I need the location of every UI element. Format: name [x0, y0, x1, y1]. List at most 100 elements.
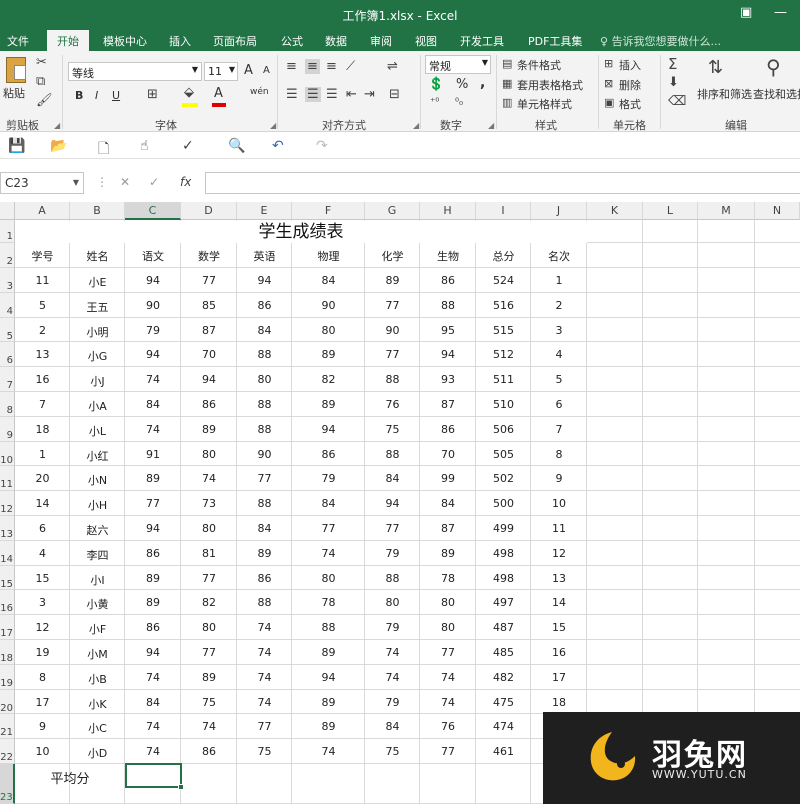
merge-center-icon[interactable]: ⊟	[389, 87, 400, 102]
align-top-icon[interactable]: ≡	[286, 59, 297, 74]
table-header-cell[interactable]: 学号	[15, 248, 70, 264]
column-header-k[interactable]: K	[587, 202, 643, 220]
table-cell[interactable]: 79	[292, 472, 365, 485]
row-header-8[interactable]: 8	[0, 392, 15, 417]
table-cell[interactable]: 498	[476, 572, 531, 585]
table-cell[interactable]: 74	[237, 696, 292, 709]
format-painter-icon[interactable]: 🖌	[36, 93, 53, 108]
tab-page-layout[interactable]: 页面布局	[213, 33, 257, 49]
comma-button[interactable]: ,	[480, 75, 485, 91]
table-cell[interactable]: 84	[237, 522, 292, 535]
table-cell[interactable]: 80	[292, 572, 365, 585]
column-header-a[interactable]: A	[15, 202, 70, 220]
percent-button[interactable]: %	[456, 77, 468, 92]
table-cell[interactable]: 小D	[70, 745, 125, 761]
decrease-decimal-icon[interactable]: ⁰₀	[455, 97, 463, 108]
table-cell[interactable]: 94	[181, 373, 237, 386]
font-name-select[interactable]: 等线 ▼	[68, 62, 202, 81]
table-cell[interactable]: 1	[15, 448, 70, 461]
table-cell[interactable]: 4	[531, 348, 587, 361]
row-header-17[interactable]: 17	[0, 615, 15, 640]
table-cell[interactable]: 88	[292, 621, 365, 634]
table-cell[interactable]: 12	[15, 621, 70, 634]
sheet-title[interactable]: 学生成绩表	[15, 221, 587, 243]
table-cell[interactable]: 89	[292, 696, 365, 709]
align-center-icon[interactable]: ☰	[305, 87, 321, 102]
table-cell[interactable]: 86	[237, 299, 292, 312]
table-cell[interactable]: 84	[292, 497, 365, 510]
table-cell[interactable]: 91	[125, 448, 181, 461]
table-cell[interactable]: 88	[365, 572, 420, 585]
row-header-19[interactable]: 19	[0, 664, 15, 690]
row-header-10[interactable]: 10	[0, 441, 15, 467]
wrap-text-icon[interactable]: ⇌	[387, 59, 398, 74]
table-cell[interactable]: 498	[476, 547, 531, 560]
row-header-14[interactable]: 14	[0, 540, 15, 566]
table-cell[interactable]: 84	[125, 398, 181, 411]
font-color-button[interactable]: A	[214, 86, 223, 101]
table-cell[interactable]: 74	[420, 671, 476, 684]
table-cell[interactable]: 77	[181, 274, 237, 287]
table-cell[interactable]: 小黄	[70, 596, 125, 612]
increase-decimal-icon[interactable]: ⁺⁰	[430, 97, 439, 108]
fill-color-icon[interactable]: ⬙	[184, 85, 194, 100]
table-cell[interactable]: 85	[181, 299, 237, 312]
table-cell[interactable]: 8	[15, 671, 70, 684]
fill-handle[interactable]	[178, 784, 184, 790]
table-cell[interactable]: 17	[15, 696, 70, 709]
currency-icon[interactable]: 💲	[428, 77, 444, 92]
row-header-15[interactable]: 15	[0, 565, 15, 591]
tab-insert[interactable]: 插入	[169, 33, 191, 49]
table-cell[interactable]: 86	[125, 621, 181, 634]
table-cell[interactable]: 77	[365, 299, 420, 312]
table-cell[interactable]: 74	[125, 745, 181, 758]
column-header-b[interactable]: B	[70, 202, 125, 220]
row-header-11[interactable]: 11	[0, 466, 15, 492]
column-header-n[interactable]: N	[755, 202, 800, 220]
table-cell[interactable]: 77	[181, 572, 237, 585]
table-cell[interactable]: 515	[476, 324, 531, 337]
italic-button[interactable]: I	[95, 89, 98, 102]
table-cell[interactable]: 505	[476, 448, 531, 461]
table-cell[interactable]: 2	[531, 299, 587, 312]
table-cell[interactable]: 小L	[70, 423, 125, 439]
table-cell[interactable]: 94	[420, 348, 476, 361]
table-cell[interactable]: 13	[15, 348, 70, 361]
table-cell[interactable]: 461	[476, 745, 531, 758]
table-cell[interactable]: 74	[420, 696, 476, 709]
paste-button[interactable]: 粘贴	[3, 85, 25, 101]
table-cell[interactable]: 13	[531, 572, 587, 585]
table-cell[interactable]: 93	[420, 373, 476, 386]
table-cell[interactable]: 88	[237, 398, 292, 411]
table-cell[interactable]: 赵六	[70, 522, 125, 538]
table-header-cell[interactable]: 英语	[237, 248, 292, 264]
table-cell[interactable]: 90	[292, 299, 365, 312]
find-select-button[interactable]: 查找和选择	[753, 86, 800, 102]
autosum-icon[interactable]: Σ	[668, 55, 677, 73]
table-cell[interactable]: 17	[531, 671, 587, 684]
table-cell[interactable]: 94	[292, 671, 365, 684]
select-all-corner[interactable]	[0, 202, 15, 220]
table-cell[interactable]: 80	[181, 522, 237, 535]
table-cell[interactable]: 89	[237, 547, 292, 560]
borders-icon[interactable]: ⊞	[147, 87, 158, 102]
table-header-cell[interactable]: 总分	[476, 248, 531, 264]
table-cell[interactable]: 小M	[70, 646, 125, 662]
row-header-9[interactable]: 9	[0, 416, 15, 442]
table-cell[interactable]: 78	[420, 572, 476, 585]
table-cell[interactable]: 6	[15, 522, 70, 535]
table-cell[interactable]: 75	[181, 696, 237, 709]
table-cell[interactable]: 88	[420, 299, 476, 312]
cancel-entry-button[interactable]: ✕	[120, 175, 130, 189]
table-cell[interactable]: 87	[420, 398, 476, 411]
redo-icon[interactable]: ↷	[316, 138, 328, 154]
clipboard-launcher-icon[interactable]: ◢	[54, 121, 60, 130]
table-cell[interactable]: 79	[365, 547, 420, 560]
format-as-table-button[interactable]: 套用表格格式	[517, 77, 583, 93]
table-cell[interactable]: 70	[181, 348, 237, 361]
ribbon-display-icon[interactable]: ▣	[740, 5, 752, 20]
table-cell[interactable]: 74	[237, 671, 292, 684]
table-cell[interactable]: 75	[365, 423, 420, 436]
save-icon[interactable]: 💾	[8, 138, 25, 154]
table-cell[interactable]: 86	[420, 423, 476, 436]
